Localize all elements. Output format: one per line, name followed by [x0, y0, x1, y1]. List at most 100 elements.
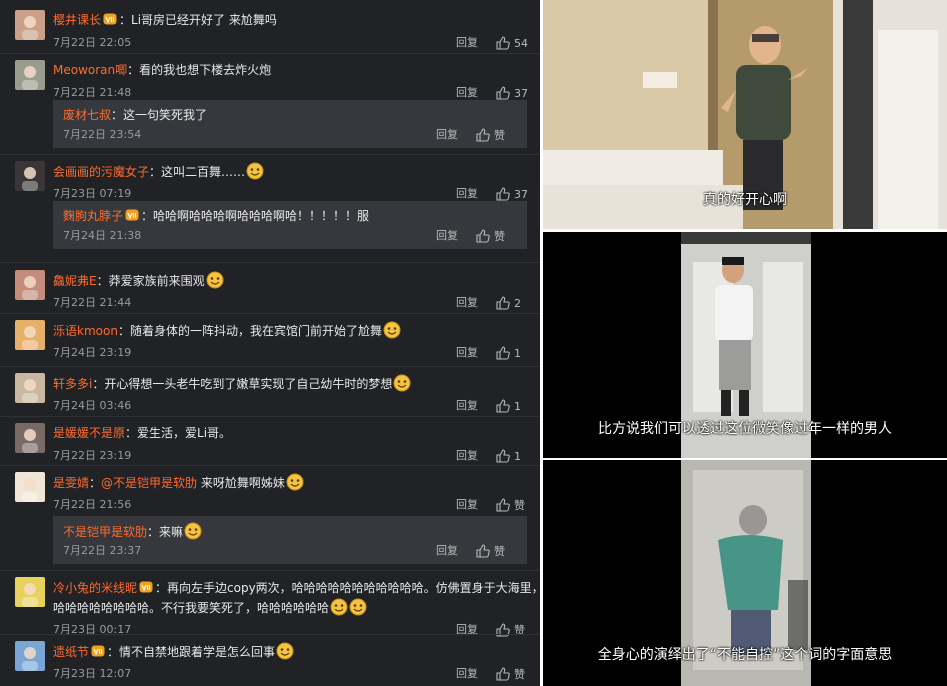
username-link[interactable]: 麴朐丸脖子 — [63, 209, 123, 223]
thumb-up-icon — [476, 544, 490, 558]
username-link[interactable]: 遗纸节 — [53, 645, 89, 659]
video-still-3: 全身心的演绎出了“不能自控”这个词的字面意思 — [543, 460, 947, 686]
like-button[interactable]: 赞 — [476, 128, 505, 143]
reply-button[interactable]: 回复 — [456, 346, 478, 360]
comment-body-line2: 哈哈哈哈哈哈哈哈。不行我要笑死了，哈哈哈哈哈哈 — [53, 601, 330, 615]
comment-time: 7月24日 23:19 — [53, 346, 132, 359]
comment-divider — [0, 416, 540, 417]
thumb-up-icon — [496, 449, 510, 463]
subtitle-2: 比方说我们可以透过这位微笑像过年一样的男人 — [598, 421, 892, 437]
comment-text: 是雯婧：@不是铠甲是软肋 来呀尬舞啊姊妹 — [53, 473, 304, 492]
avatar[interactable] — [15, 60, 45, 90]
comment-body-continued: 哈哈哈哈哈哈哈哈。不行我要笑死了，哈哈哈哈哈哈 — [53, 598, 367, 617]
emoji-icon — [349, 598, 367, 616]
username-link[interactable]: 樱井课长 — [53, 13, 101, 27]
comment-text: Meoworan唧：看的我也想下楼去炸火炮 — [53, 61, 271, 79]
username-link[interactable]: 是雯婧 — [53, 476, 89, 490]
like-button[interactable]: 赞 — [476, 544, 505, 559]
like-button[interactable]: 赞 — [496, 498, 525, 513]
username-link[interactable]: 泺语kmoon — [53, 324, 118, 338]
reply-button[interactable]: 回复 — [456, 86, 478, 100]
like-button[interactable]: 1 — [496, 449, 521, 464]
reply-button[interactable]: 回复 — [456, 36, 478, 50]
comment-divider — [0, 570, 540, 571]
username-link[interactable]: 冷小兔的米线昵 — [53, 581, 137, 595]
username-link[interactable]: 会画画的污魔女子 — [53, 165, 149, 179]
video-still-2: 比方说我们可以透过这位微笑像过年一样的男人 — [543, 232, 947, 458]
avatar[interactable] — [15, 472, 45, 502]
comment-body: ：爱生活，爱Li哥。 — [125, 426, 232, 440]
comment-body: ：看的我也想下楼去炸火炮 — [127, 63, 272, 77]
reply-time: 7月24日 21:38 — [63, 229, 142, 242]
reply-button[interactable]: 回复 — [456, 667, 478, 681]
like-button[interactable]: 赞 — [496, 623, 525, 638]
reply-button[interactable]: 回复 — [456, 296, 478, 310]
reply-button[interactable]: 回复 — [456, 449, 478, 463]
avatar[interactable] — [15, 10, 45, 40]
like-count: 1 — [514, 450, 521, 463]
username-link[interactable]: Meoworan唧 — [53, 63, 127, 77]
reply-button[interactable]: 回复 — [456, 399, 478, 413]
thumb-up-icon — [496, 346, 510, 360]
comment-text: 冷小兔的米线昵 ：再向左手边copy两次，哈哈哈哈哈哈哈哈哈哈哈。仿佛置身于大海里… — [53, 578, 540, 597]
reply-body: ：哈哈啊哈哈哈啊哈哈哈啊哈！！！！！服 — [141, 209, 370, 223]
emoji-icon — [246, 162, 264, 180]
comment-divider — [0, 53, 540, 54]
comment-body: ：再向左手边copy两次，哈哈哈哈哈哈哈哈哈哈哈。仿佛置身于大海里，哈 — [155, 581, 540, 595]
avatar[interactable] — [15, 270, 45, 300]
comment-divider — [0, 154, 540, 155]
comment-text: 樱井课长 ：Li哥房已经开好了 来尬舞吗 — [53, 11, 277, 29]
reply-button[interactable]: 回复 — [456, 187, 478, 201]
thumb-up-icon — [496, 187, 510, 201]
like-count: 2 — [514, 297, 521, 310]
like-button[interactable]: 2 — [496, 296, 521, 311]
like-button[interactable]: 1 — [496, 346, 521, 361]
like-count: 赞 — [494, 129, 505, 142]
comment-body: ：这叫二百舞…… — [149, 165, 246, 179]
reply-button[interactable]: 回复 — [436, 544, 458, 558]
comment-divider — [0, 366, 540, 367]
like-button[interactable]: 赞 — [496, 667, 525, 682]
mention-link[interactable]: @不是铠甲是软肋 — [101, 476, 197, 490]
reply-button[interactable]: 回复 — [436, 229, 458, 243]
like-button[interactable]: 37 — [496, 86, 528, 101]
emoji-icon — [286, 473, 304, 491]
reply-button[interactable]: 回复 — [456, 498, 478, 512]
avatar[interactable] — [15, 577, 45, 607]
like-button[interactable]: 1 — [496, 399, 521, 414]
username-link[interactable]: 轩多多i — [53, 377, 92, 391]
thumb-up-icon — [496, 667, 510, 681]
comment-text: 轩多多i：开心得想一头老牛吃到了嫩草实现了自己幼牛时的梦想 — [53, 374, 411, 393]
username-link[interactable]: 是媛媛不是原 — [53, 426, 125, 440]
comment-time: 7月22日 21:56 — [53, 498, 132, 511]
username-link[interactable]: 鱻妮弗E — [53, 274, 97, 288]
comment-time: 7月22日 21:48 — [53, 86, 132, 99]
comment-panel: 樱井课长 ：Li哥房已经开好了 来尬舞吗 7月22日 22:05 回复 54 Meowor… — [0, 0, 540, 686]
reply-time: 7月22日 23:54 — [63, 128, 142, 141]
emoji-icon — [383, 321, 401, 339]
reply-button[interactable]: 回复 — [436, 128, 458, 142]
username-link[interactable]: 废材七叔 — [63, 108, 111, 122]
like-button[interactable]: 赞 — [476, 229, 505, 244]
avatar[interactable] — [15, 320, 45, 350]
comment-time: 7月24日 03:46 — [53, 399, 132, 412]
comment-text: 鱻妮弗E：莽爱家族前来围观 — [53, 271, 224, 290]
username-link[interactable]: 不是铠甲是软肋 — [63, 525, 147, 539]
comment-text: 遗纸节 ：情不自禁地跟着学是怎么回事 — [53, 642, 294, 661]
reply-text: 麴朐丸脖子 ：哈哈啊哈哈哈啊哈哈哈啊哈！！！！！服 — [63, 207, 369, 225]
like-count: 赞 — [494, 545, 505, 558]
avatar[interactable] — [15, 373, 45, 403]
vip-badge-icon — [91, 645, 105, 657]
like-count: 赞 — [514, 668, 525, 681]
reply-text: 不是铠甲是软肋：来嘛 — [63, 522, 202, 541]
comment-divider — [0, 262, 540, 263]
avatar[interactable] — [15, 641, 45, 671]
avatar[interactable] — [15, 423, 45, 453]
comment-body: ：@不是铠甲是软肋 来呀尬舞啊姊妹 — [89, 476, 285, 490]
like-button[interactable]: 54 — [496, 36, 528, 51]
avatar[interactable] — [15, 161, 45, 191]
like-count: 1 — [514, 400, 521, 413]
thumb-up-icon — [476, 128, 490, 142]
like-button[interactable]: 37 — [496, 187, 528, 202]
nested-reply: 废材七叔：这一句笑死我了 7月22日 23:54 回复 赞 — [53, 100, 527, 148]
